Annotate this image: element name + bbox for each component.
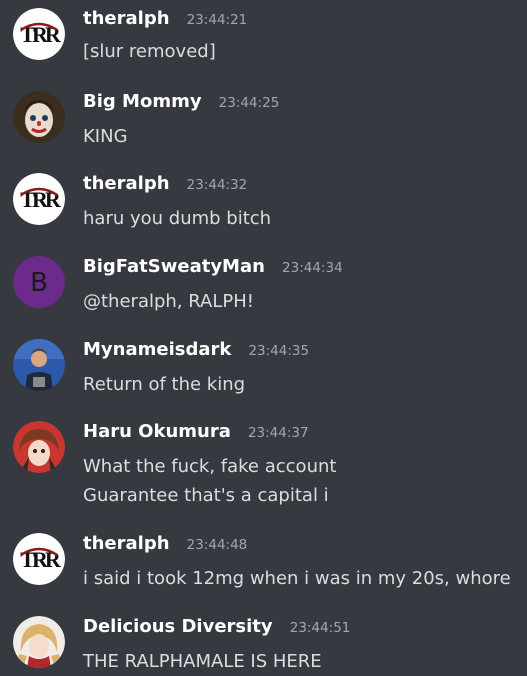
theralph-avatar[interactable]: TRR (13, 173, 65, 225)
message-author[interactable]: Mynameisdark (83, 339, 231, 360)
message-author[interactable]: Delicious Diversity (83, 616, 273, 637)
message-text: THE RALPHAMALE IS HERE (83, 651, 322, 672)
message-text: i said i took 12mg when i was in my 20s,… (83, 568, 511, 589)
theralph-logo-icon: TRR (13, 8, 65, 60)
message-timestamp: 23:44:35 (248, 343, 310, 359)
theralph-logo-icon: TRR (13, 533, 65, 585)
message-timestamp: 23:44:48 (186, 537, 248, 553)
message-timestamp: 23:44:25 (218, 95, 280, 111)
message-author[interactable]: Big Mommy (83, 91, 202, 112)
message-author[interactable]: theralph (83, 173, 170, 194)
message-timestamp: 23:44:32 (186, 177, 248, 193)
delicious-diversity-avatar[interactable] (13, 616, 65, 668)
speaker-photo-avatar (13, 339, 65, 391)
avatar-letter: B (30, 268, 48, 298)
message-timestamp: 23:44:51 (289, 620, 351, 636)
chat-message-list: TRR theralph 23:44:21 [slur removed] Big… (0, 0, 527, 676)
message-author[interactable]: BigFatSweatyMan (83, 256, 265, 277)
message-text: What the fuck, fake account (83, 456, 337, 477)
anime-girl-avatar (13, 421, 65, 473)
message-text: KING (83, 126, 128, 147)
haru-okumura-avatar[interactable] (13, 421, 65, 473)
message-text: @theralph, RALPH! (83, 291, 254, 312)
message-timestamp: 23:44:34 (282, 260, 343, 276)
big-mommy-avatar[interactable] (13, 91, 65, 143)
letter-b-avatar: B (13, 256, 65, 308)
message-text: Return of the king (83, 374, 246, 395)
message-timestamp: 23:44:21 (186, 12, 248, 28)
message-author[interactable]: Haru Okumura (83, 421, 231, 442)
message-text: haru you dumb bitch (83, 208, 272, 229)
message-author[interactable]: theralph (83, 8, 170, 29)
message-timestamp: 23:44:37 (247, 425, 309, 441)
message-author[interactable]: theralph (83, 533, 170, 554)
mynameisdark-avatar[interactable] (13, 339, 65, 391)
bigfatsweatyman-avatar[interactable]: B (13, 256, 65, 308)
theralph-avatar[interactable]: TRR (13, 533, 65, 585)
theralph-avatar[interactable]: TRR (13, 8, 65, 60)
theralph-logo-icon: TRR (13, 173, 65, 225)
message-text: [slur removed] (83, 41, 216, 62)
clown-face-avatar (13, 91, 65, 143)
message-text: Guarantee that's a capital i (83, 485, 329, 506)
anime-blonde-avatar (13, 616, 65, 668)
